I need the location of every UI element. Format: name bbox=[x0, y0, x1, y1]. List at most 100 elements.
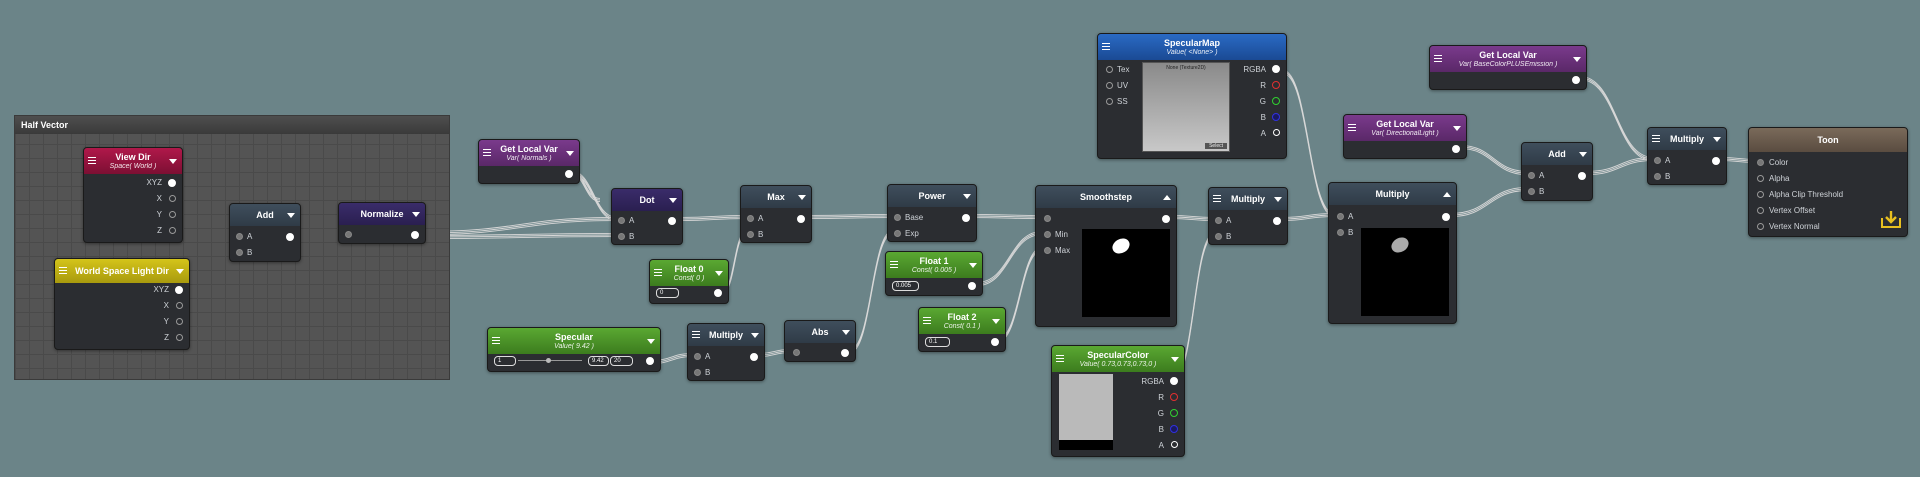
output-port[interactable] bbox=[1162, 215, 1170, 223]
output-port-b[interactable] bbox=[1170, 425, 1178, 433]
input-port-b[interactable] bbox=[1528, 188, 1535, 195]
input-port-uv[interactable] bbox=[1106, 82, 1113, 89]
node-header[interactable]: Dot bbox=[612, 189, 682, 211]
input-port-a[interactable] bbox=[694, 353, 701, 360]
input-port-b[interactable] bbox=[694, 369, 701, 376]
node-header[interactable]: Float 0 Const( 0 ) bbox=[650, 260, 728, 286]
input-port-a[interactable] bbox=[747, 215, 754, 222]
node-header[interactable]: Abs bbox=[785, 321, 855, 343]
input-port-min[interactable] bbox=[1044, 231, 1051, 238]
slider-handle[interactable] bbox=[546, 358, 551, 363]
input-port-alpha[interactable] bbox=[1757, 175, 1764, 182]
menu-icon[interactable] bbox=[59, 267, 67, 275]
node-add[interactable]: Add A B bbox=[1521, 142, 1593, 201]
output-port[interactable] bbox=[1572, 76, 1580, 84]
output-port-z[interactable] bbox=[176, 334, 183, 341]
menu-icon[interactable] bbox=[1434, 55, 1442, 63]
output-port-r[interactable] bbox=[1272, 81, 1280, 89]
node-header[interactable]: Multiply bbox=[1648, 128, 1726, 150]
chevron-down-icon[interactable] bbox=[1171, 357, 1179, 362]
node-header[interactable]: View Dir Space( World ) bbox=[84, 148, 182, 174]
menu-icon[interactable] bbox=[1213, 195, 1221, 203]
chevron-down-icon[interactable] bbox=[715, 271, 723, 276]
node-get-local-var-base-color[interactable]: Get Local Var Var( BaseColorPLUSEmission… bbox=[1429, 45, 1587, 90]
output-port[interactable] bbox=[1712, 157, 1720, 165]
node-multiply[interactable]: Multiply A B bbox=[1647, 127, 1727, 185]
output-port-x[interactable] bbox=[176, 302, 183, 309]
node-float-1[interactable]: Float 1 Const( 0.005 ) 0.005 bbox=[885, 251, 983, 296]
node-multiply[interactable]: Multiply A B bbox=[1208, 187, 1288, 245]
input-port-a[interactable] bbox=[236, 233, 243, 240]
output-port[interactable] bbox=[1452, 145, 1460, 153]
node-header[interactable]: Specular Value( 9.42 ) bbox=[488, 328, 660, 354]
value-field[interactable]: 0.1 bbox=[925, 337, 950, 347]
chevron-down-icon[interactable] bbox=[1713, 137, 1721, 142]
chevron-down-icon[interactable] bbox=[1453, 126, 1461, 131]
node-float-2[interactable]: Float 2 Const( 0.1 ) 0.1 bbox=[918, 307, 1006, 352]
input-port-exp[interactable] bbox=[894, 230, 901, 237]
node-smoothstep[interactable]: Smoothstep Min Max bbox=[1035, 185, 1177, 327]
node-toon-output[interactable]: Toon Color Alpha Alpha Clip Threshold Ve… bbox=[1748, 127, 1908, 237]
output-port-xyz[interactable] bbox=[168, 179, 176, 187]
node-header[interactable]: Float 2 Const( 0.1 ) bbox=[919, 308, 1005, 334]
node-world-space-light-dir[interactable]: World Space Light Dir XYZ X Y Z bbox=[54, 258, 190, 350]
chevron-down-icon[interactable] bbox=[1579, 152, 1587, 157]
input-port-vertex-offset[interactable] bbox=[1757, 207, 1764, 214]
chevron-down-icon[interactable] bbox=[1573, 57, 1581, 62]
node-header[interactable]: Max bbox=[741, 186, 811, 208]
menu-icon[interactable] bbox=[692, 331, 700, 339]
input-port-a[interactable] bbox=[1337, 213, 1344, 220]
node-specular-color[interactable]: SpecularColor Value( 0.73,0.73,0.73,0 ) … bbox=[1051, 345, 1185, 457]
node-multiply[interactable]: Multiply A B bbox=[687, 323, 765, 381]
node-header[interactable]: Float 1 Const( 0.005 ) bbox=[886, 252, 982, 278]
node-dot[interactable]: Dot A B bbox=[611, 188, 683, 245]
chevron-down-icon[interactable] bbox=[842, 330, 850, 335]
input-port-a[interactable] bbox=[1528, 172, 1535, 179]
input-port[interactable] bbox=[793, 349, 800, 356]
node-header[interactable]: Normalize bbox=[339, 203, 425, 225]
input-port[interactable] bbox=[345, 231, 352, 238]
chevron-down-icon[interactable] bbox=[169, 159, 177, 164]
output-port[interactable] bbox=[797, 215, 805, 223]
node-header[interactable]: Get Local Var Var( BaseColorPLUSEmission… bbox=[1430, 46, 1586, 72]
chevron-down-icon[interactable] bbox=[566, 151, 574, 156]
output-port[interactable] bbox=[1273, 217, 1281, 225]
chevron-up-icon[interactable] bbox=[1443, 192, 1451, 197]
node-specular[interactable]: Specular Value( 9.42 ) 1 9.42 20 bbox=[487, 327, 661, 372]
output-port-r[interactable] bbox=[1170, 393, 1178, 401]
menu-icon[interactable] bbox=[1056, 355, 1064, 363]
value-field[interactable]: 0 bbox=[656, 288, 679, 298]
output-port-y[interactable] bbox=[169, 211, 176, 218]
node-max[interactable]: Max A B bbox=[740, 185, 812, 243]
output-port[interactable] bbox=[841, 349, 849, 357]
input-port-a[interactable] bbox=[1215, 217, 1222, 224]
node-header[interactable]: Get Local Var Var( Normals ) bbox=[479, 140, 579, 166]
output-port[interactable] bbox=[565, 170, 573, 178]
chevron-down-icon[interactable] bbox=[287, 213, 295, 218]
node-header[interactable]: Add bbox=[230, 204, 300, 226]
menu-icon[interactable] bbox=[492, 337, 500, 345]
node-header[interactable]: Multiply bbox=[1209, 188, 1287, 210]
input-port-max[interactable] bbox=[1044, 247, 1051, 254]
output-port-g[interactable] bbox=[1170, 409, 1178, 417]
output-port[interactable] bbox=[646, 357, 654, 365]
menu-icon[interactable] bbox=[483, 149, 491, 157]
input-port-a[interactable] bbox=[618, 217, 625, 224]
input-port-vertex-normal[interactable] bbox=[1757, 223, 1764, 230]
chevron-down-icon[interactable] bbox=[798, 195, 806, 200]
output-port-b[interactable] bbox=[1272, 113, 1280, 121]
input-port-base[interactable] bbox=[894, 214, 901, 221]
select-button[interactable]: Select bbox=[1205, 143, 1227, 149]
output-port[interactable] bbox=[962, 214, 970, 222]
chevron-down-icon[interactable] bbox=[751, 333, 759, 338]
menu-icon[interactable] bbox=[1652, 135, 1660, 143]
menu-icon[interactable] bbox=[654, 269, 662, 277]
output-port-a[interactable] bbox=[1273, 129, 1280, 136]
input-port-b[interactable] bbox=[236, 249, 243, 256]
max-field[interactable]: 20 bbox=[610, 356, 633, 366]
input-port-b[interactable] bbox=[747, 231, 754, 238]
node-header[interactable]: Toon bbox=[1749, 128, 1907, 152]
output-port[interactable] bbox=[286, 233, 294, 241]
save-output-icon[interactable] bbox=[1881, 210, 1901, 228]
chevron-down-icon[interactable] bbox=[992, 319, 1000, 324]
